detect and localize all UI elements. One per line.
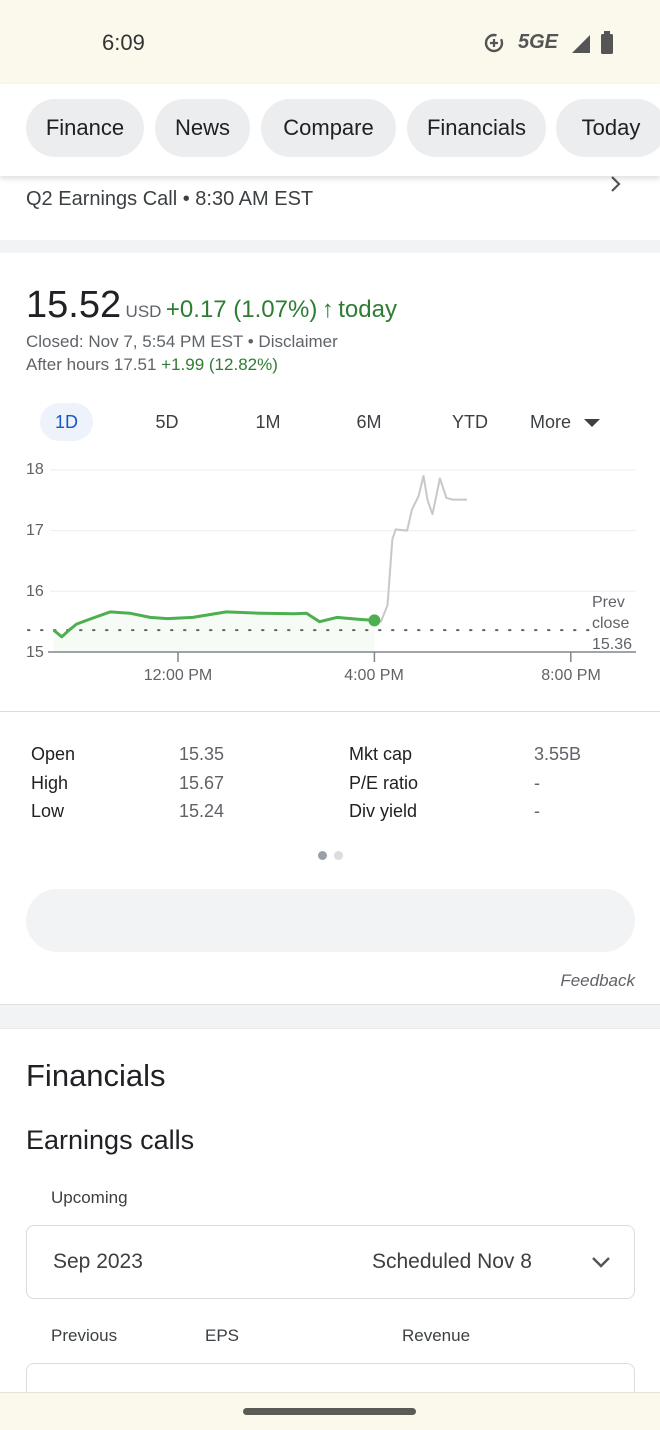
closed-info: Closed: Nov 7, 5:54 PM EST • Disclaimer bbox=[26, 332, 338, 351]
price: 15.52 bbox=[26, 284, 122, 326]
stat-div-label: Div yield bbox=[349, 801, 418, 821]
stat-mktcap-label: Mkt cap bbox=[349, 744, 413, 764]
y-tick-16: 16 bbox=[26, 583, 44, 600]
chip-today[interactable]: Today bbox=[556, 99, 660, 157]
stat-low-value: 15.24 bbox=[179, 801, 225, 821]
upcoming-earnings-dropdown[interactable]: Sep 2023 Scheduled Nov 8 bbox=[26, 1225, 635, 1299]
col-previous: Previous bbox=[51, 1326, 118, 1345]
close-point-marker bbox=[368, 614, 381, 627]
financials-title: Financials bbox=[26, 1058, 166, 1093]
home-gesture-handle[interactable] bbox=[243, 1408, 416, 1415]
x-tick-12pm: 12:00 PM bbox=[143, 667, 213, 684]
network-type: 5GE bbox=[518, 31, 559, 53]
range-5d[interactable]: 5D bbox=[140, 403, 194, 441]
filter-chips: Finance News Compare Financials Today bbox=[0, 84, 660, 176]
stat-div-value: - bbox=[534, 801, 540, 821]
price-chart[interactable] bbox=[0, 450, 660, 700]
quote-header: 15.52 USD +0.17 (1.07%) ↑ today bbox=[26, 284, 397, 327]
range-ytd[interactable]: YTD bbox=[440, 403, 500, 441]
stat-pe-value: - bbox=[534, 773, 540, 793]
page-dot[interactable] bbox=[334, 851, 343, 860]
upcoming-period: Sep 2023 bbox=[53, 1250, 143, 1273]
divider bbox=[0, 711, 660, 712]
x-tick-4pm: 4:00 PM bbox=[344, 667, 404, 684]
disclaimer-link[interactable]: Disclaimer bbox=[258, 332, 337, 351]
feedback-link[interactable]: Feedback bbox=[560, 971, 635, 991]
chevron-down-icon bbox=[592, 1257, 610, 1268]
prev-close-label-1: Prev bbox=[592, 594, 625, 611]
after-hours-price: After hours 17.51 bbox=[26, 355, 157, 374]
range-more-dropdown[interactable]: More bbox=[530, 403, 620, 441]
divider bbox=[0, 1004, 660, 1029]
range-1m[interactable]: 1M bbox=[240, 403, 296, 441]
navigation-bar bbox=[0, 1392, 660, 1430]
col-revenue: Revenue bbox=[402, 1326, 471, 1345]
signal-icon bbox=[572, 35, 590, 53]
status-bar: 6:09 5GE bbox=[0, 0, 660, 84]
stat-pe-label: P/E ratio bbox=[349, 773, 419, 793]
earnings-calls-title: Earnings calls bbox=[26, 1125, 195, 1155]
chevron-right-icon bbox=[611, 176, 621, 192]
dropdown-arrow-icon bbox=[584, 419, 601, 427]
stat-open-value: 15.35 bbox=[179, 744, 225, 764]
regular-session-fill bbox=[53, 611, 375, 652]
range-6m[interactable]: 6M bbox=[342, 403, 396, 441]
price-change: +0.17 (1.07%) bbox=[165, 296, 318, 323]
chip-finance[interactable]: Finance bbox=[26, 99, 144, 157]
prev-close-value: 15.36 bbox=[592, 636, 633, 653]
divider bbox=[0, 240, 660, 253]
prev-close-label: Prev close 15.36 bbox=[592, 592, 632, 655]
stat-mktcap-value: 3.55B bbox=[534, 744, 582, 764]
battery-icon bbox=[601, 31, 613, 54]
y-tick-15: 15 bbox=[26, 644, 44, 661]
arrow-up-icon: ↑ bbox=[321, 296, 334, 323]
y-tick-17: 17 bbox=[26, 522, 44, 539]
more-label: More bbox=[530, 412, 572, 432]
closed-time: Closed: Nov 7, 5:54 PM EST bbox=[26, 332, 244, 351]
prev-close-label-2: close bbox=[592, 615, 630, 632]
page-dot-active[interactable] bbox=[318, 851, 327, 860]
after-hours-info: After hours 17.51 +1.99 (12.82%) bbox=[26, 355, 278, 375]
after-hours-change: +1.99 (12.82%) bbox=[161, 355, 278, 374]
after-hours-line bbox=[374, 475, 467, 623]
col-eps: EPS bbox=[205, 1326, 240, 1345]
stat-high-value: 15.67 bbox=[179, 773, 225, 793]
stat-open-label: Open bbox=[31, 744, 76, 764]
stat-low-label: Low bbox=[31, 801, 65, 821]
chip-compare[interactable]: Compare bbox=[261, 99, 396, 157]
y-tick-18: 18 bbox=[26, 461, 44, 478]
data-saver-icon bbox=[484, 33, 504, 53]
range-1d[interactable]: 1D bbox=[40, 403, 93, 441]
chip-financials[interactable]: Financials bbox=[407, 99, 546, 157]
upcoming-label: Upcoming bbox=[51, 1188, 128, 1207]
x-tick-8pm: 8:00 PM bbox=[541, 667, 601, 684]
clock: 6:09 bbox=[102, 30, 145, 55]
currency: USD bbox=[125, 302, 162, 321]
scheduled-date: Scheduled Nov 8 bbox=[372, 1250, 532, 1273]
stat-high-label: High bbox=[31, 773, 69, 793]
event-text: Q2 Earnings Call • 8:30 AM EST bbox=[26, 188, 314, 210]
earnings-event-row[interactable]: Q2 Earnings Call • 8:30 AM EST bbox=[0, 176, 660, 240]
placeholder-button[interactable] bbox=[26, 889, 635, 952]
change-period: today bbox=[338, 296, 397, 323]
chip-news[interactable]: News bbox=[155, 99, 250, 157]
